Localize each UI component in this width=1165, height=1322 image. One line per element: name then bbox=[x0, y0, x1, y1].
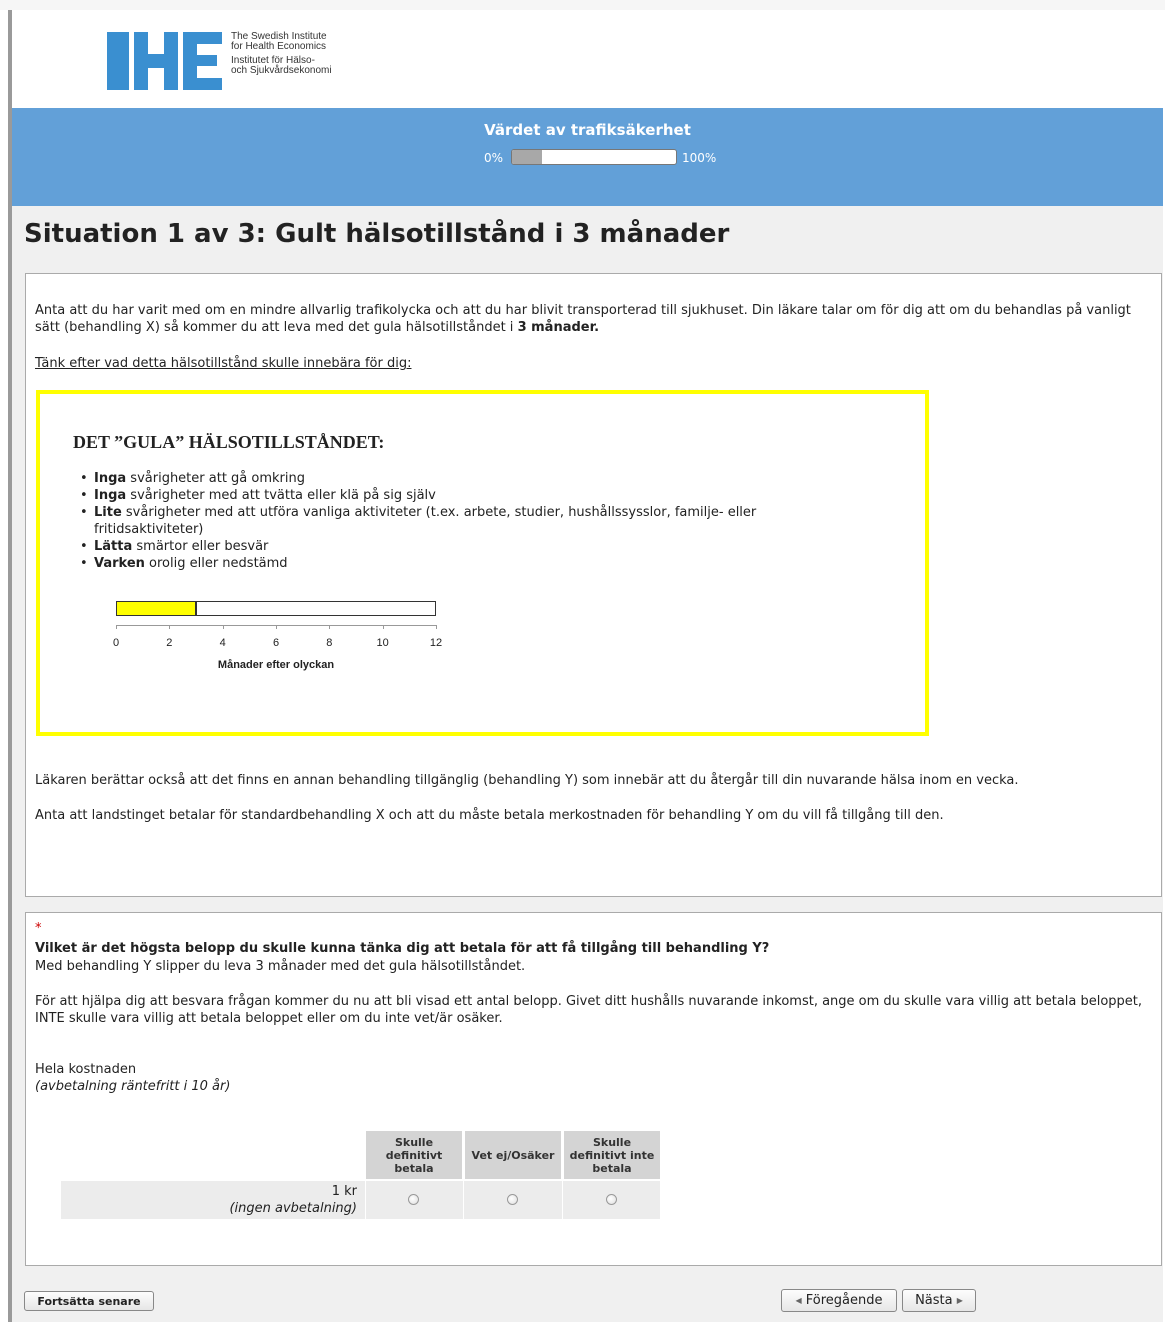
item-bold: Inga bbox=[94, 471, 127, 486]
logo-line-2: for Health Economics bbox=[231, 41, 327, 52]
health-state-title: DET ”GULA” HÄLSOTILLSTÅNDET: bbox=[73, 432, 385, 452]
item-bold: Varken bbox=[94, 556, 145, 571]
progress-max-label: 100% bbox=[682, 151, 717, 165]
timeline-tick bbox=[329, 625, 331, 629]
duration-timeline: Månader efter olyckan 0 2 4 6 8 10 12 bbox=[113, 601, 455, 691]
next-button-label: Nästa bbox=[915, 1293, 953, 1308]
progress-fill bbox=[512, 150, 542, 164]
item-bold: Inga bbox=[94, 488, 127, 503]
timeline-tick bbox=[222, 625, 224, 629]
timeline-tick bbox=[169, 625, 171, 629]
intro-text-bold: 3 månader. bbox=[517, 320, 600, 335]
column-header-would-pay: Skulle definitivt betala bbox=[366, 1131, 462, 1179]
row-label: 1 kr (ingen avbetalning) bbox=[61, 1181, 357, 1219]
timeline-tick-label: 0 bbox=[112, 637, 120, 649]
next-button[interactable]: Nästa ▶ bbox=[902, 1289, 976, 1312]
timeline-tick-label: 10 bbox=[376, 637, 389, 649]
question-help: För att hjälpa dig att besvara frågan ko… bbox=[35, 994, 1143, 1026]
item-text: orolig eller nedstämd bbox=[144, 556, 288, 571]
question-panel: * Vilket är det högsta belopp du skulle … bbox=[25, 912, 1162, 1266]
column-header-unsure: Vet ej/Osäker bbox=[465, 1131, 561, 1179]
timeline-tick bbox=[116, 625, 117, 629]
health-state-item: Inga svårigheter att gå omkring bbox=[80, 470, 840, 487]
health-state-list: Inga svårigheter att gå omkring Inga svå… bbox=[80, 470, 840, 572]
continue-later-button[interactable]: Fortsätta senare bbox=[24, 1291, 154, 1311]
row-amount: 1 kr bbox=[331, 1184, 357, 1199]
cost-sublabel: (avbetalning räntefritt i 10 år) bbox=[35, 1079, 231, 1094]
health-state-item: Varken orolig eller nedstämd bbox=[80, 555, 840, 572]
scenario-panel: Anta att du har varit med om en mindre a… bbox=[25, 273, 1162, 897]
item-bold: Lätta bbox=[94, 539, 133, 554]
timeline-fill bbox=[117, 602, 197, 615]
item-text: svårigheter att gå omkring bbox=[126, 471, 305, 486]
think-prompt: Tänk efter vad detta hälsotillstånd skul… bbox=[35, 356, 412, 371]
health-state-item: Lite svårigheter med att utföra vanliga … bbox=[80, 504, 840, 538]
cell-divider bbox=[365, 1181, 366, 1219]
question-text: Vilket är det högsta belopp du skulle ku… bbox=[35, 941, 770, 956]
timeline-tick bbox=[436, 625, 437, 629]
intro-text: Anta att du har varit med om en mindre a… bbox=[35, 302, 1145, 336]
logo-text: The Swedish Institute for Health Economi… bbox=[231, 32, 332, 76]
logo-line-4: och Sjukvårdsekonomi bbox=[231, 65, 332, 76]
timeline-tick-label: 4 bbox=[219, 637, 226, 649]
timeline-tick-label: 8 bbox=[326, 637, 333, 649]
timeline-tick-label: 6 bbox=[272, 637, 280, 649]
table-row: 1 kr (ingen avbetalning) bbox=[61, 1181, 660, 1219]
item-bold: Lite bbox=[94, 505, 122, 520]
question-subtext: Med behandling Y slipper du leva 3 månad… bbox=[35, 959, 526, 974]
survey-title: Värdet av trafiksäkerhet bbox=[484, 121, 691, 139]
row-note: (ingen avbetalning) bbox=[229, 1201, 357, 1216]
radio-would-pay[interactable] bbox=[408, 1194, 419, 1205]
health-state-item: Inga svårigheter med att tvätta eller kl… bbox=[80, 487, 840, 504]
cell-divider bbox=[562, 1181, 563, 1219]
timeline-tick-label: 2 bbox=[166, 637, 173, 649]
item-text: svårigheter med att tvätta eller klä på … bbox=[126, 488, 436, 503]
cost-label: Hela kostnaden bbox=[35, 1062, 137, 1077]
health-state-item: Lätta smärtor eller besvär bbox=[80, 538, 840, 555]
progress-bar bbox=[511, 149, 677, 165]
timeline-tick bbox=[276, 625, 277, 629]
progress-indicator: 0% 100% bbox=[12, 149, 1163, 167]
survey-header: Värdet av trafiksäkerhet 0% 100% bbox=[12, 108, 1163, 206]
chevron-left-icon: ◀ bbox=[795, 1296, 802, 1305]
timeline-bar bbox=[116, 601, 436, 616]
page-title: Situation 1 av 3: Gult hälsotillstånd i … bbox=[24, 219, 730, 249]
column-header-would-not-pay: Skulle definitivt inte betala bbox=[564, 1131, 660, 1179]
answer-grid: Skulle definitivt betala Vet ej/Osäker S… bbox=[61, 1131, 660, 1221]
chevron-right-icon: ▶ bbox=[956, 1296, 963, 1305]
radio-unsure[interactable] bbox=[507, 1194, 518, 1205]
logo-header: The Swedish Institute for Health Economi… bbox=[12, 10, 1163, 109]
previous-button[interactable]: ◀ Föregående bbox=[781, 1289, 897, 1312]
top-strip bbox=[0, 0, 1165, 10]
paragraph-treatment-y: Läkaren berättar också att det finns en … bbox=[35, 773, 1019, 788]
required-marker: * bbox=[35, 921, 42, 936]
timeline-axis-label: Månader efter olyckan bbox=[217, 659, 335, 671]
progress-min-label: 0% bbox=[484, 151, 504, 165]
ihe-logo bbox=[107, 32, 222, 90]
cell-divider bbox=[463, 1181, 464, 1219]
item-text: svårigheter med att utföra vanliga aktiv… bbox=[94, 505, 757, 537]
paragraph-payment: Anta att landstinget betalar för standar… bbox=[35, 808, 944, 823]
timeline-tick bbox=[382, 625, 384, 629]
previous-button-label: Föregående bbox=[805, 1293, 883, 1308]
radio-would-not-pay[interactable] bbox=[606, 1194, 617, 1205]
health-state-box: DET ”GULA” HÄLSOTILLSTÅNDET: Inga svårig… bbox=[36, 390, 929, 736]
item-text: smärtor eller besvär bbox=[132, 539, 269, 554]
timeline-tick-label: 12 bbox=[429, 637, 443, 649]
